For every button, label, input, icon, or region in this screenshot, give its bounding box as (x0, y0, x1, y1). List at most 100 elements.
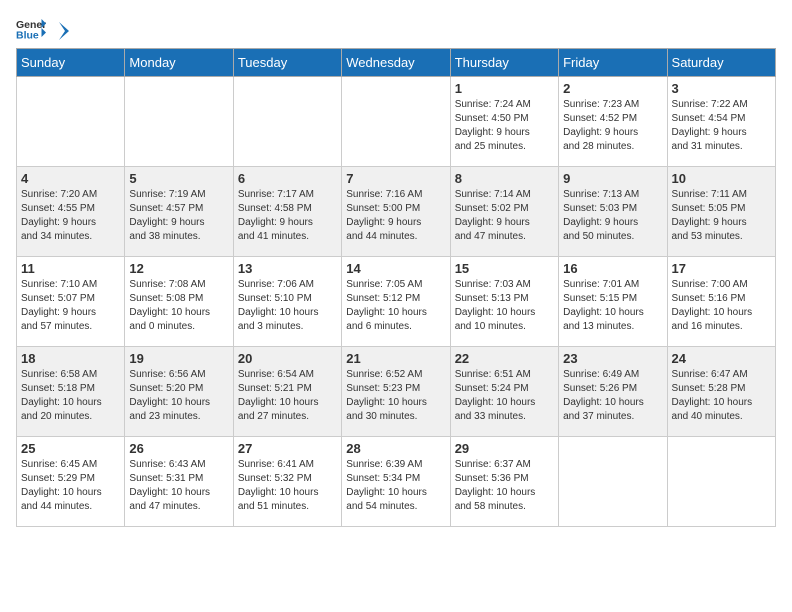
cell-info: Sunrise: 6:58 AM Sunset: 5:18 PM Dayligh… (21, 368, 120, 424)
cell-info: Sunrise: 7:05 AM Sunset: 5:12 PM Dayligh… (346, 278, 445, 334)
cell-info: Sunrise: 6:37 AM Sunset: 5:36 PM Dayligh… (455, 458, 554, 514)
calendar-cell: 8Sunrise: 7:14 AM Sunset: 5:02 PM Daylig… (450, 167, 558, 257)
header-day-saturday: Saturday (667, 49, 775, 77)
calendar-cell: 10Sunrise: 7:11 AM Sunset: 5:05 PM Dayli… (667, 167, 775, 257)
day-number: 9 (563, 171, 662, 186)
cell-info: Sunrise: 6:51 AM Sunset: 5:24 PM Dayligh… (455, 368, 554, 424)
cell-info: Sunrise: 6:54 AM Sunset: 5:21 PM Dayligh… (238, 368, 337, 424)
cell-info: Sunrise: 7:20 AM Sunset: 4:55 PM Dayligh… (21, 188, 120, 244)
cell-info: Sunrise: 6:52 AM Sunset: 5:23 PM Dayligh… (346, 368, 445, 424)
day-number: 10 (672, 171, 771, 186)
header: General Blue (16, 16, 776, 40)
day-number: 29 (455, 441, 554, 456)
logo-icon: General Blue (16, 16, 46, 40)
day-number: 22 (455, 351, 554, 366)
cell-info: Sunrise: 7:22 AM Sunset: 4:54 PM Dayligh… (672, 98, 771, 154)
day-number: 5 (129, 171, 228, 186)
day-number: 26 (129, 441, 228, 456)
calendar-cell: 19Sunrise: 6:56 AM Sunset: 5:20 PM Dayli… (125, 347, 233, 437)
cell-info: Sunrise: 6:43 AM Sunset: 5:31 PM Dayligh… (129, 458, 228, 514)
day-number: 17 (672, 261, 771, 276)
day-number: 8 (455, 171, 554, 186)
day-number: 1 (455, 81, 554, 96)
day-number: 11 (21, 261, 120, 276)
calendar-cell (667, 437, 775, 527)
cell-info: Sunrise: 7:13 AM Sunset: 5:03 PM Dayligh… (563, 188, 662, 244)
calendar-cell: 13Sunrise: 7:06 AM Sunset: 5:10 PM Dayli… (233, 257, 341, 347)
cell-info: Sunrise: 6:39 AM Sunset: 5:34 PM Dayligh… (346, 458, 445, 514)
calendar-cell (233, 77, 341, 167)
cell-info: Sunrise: 7:00 AM Sunset: 5:16 PM Dayligh… (672, 278, 771, 334)
calendar-cell: 1 Sunrise: 7:24 AM Sunset: 4:50 PM Daylig… (450, 77, 558, 167)
calendar-week-3: 11Sunrise: 7:10 AM Sunset: 5:07 PM Dayli… (17, 257, 776, 347)
calendar-cell: 25 Sunrise: 6:45 AM Sunset: 5:29 PM Dayli… (17, 437, 125, 527)
cell-info: Sunrise: 6:41 AM Sunset: 5:32 PM Dayligh… (238, 458, 337, 514)
calendar-cell: 2Sunrise: 7:23 AM Sunset: 4:52 PM Daylig… (559, 77, 667, 167)
calendar-table: SundayMondayTuesdayWednesdayThursdayFrid… (16, 48, 776, 527)
cell-info: Sunrise: 6:45 AM Sunset: 5:29 PM Dayligh… (21, 458, 120, 514)
cell-info: Sunrise: 7:16 AM Sunset: 5:00 PM Dayligh… (346, 188, 445, 244)
calendar-cell: 4 Sunrise: 7:20 AM Sunset: 4:55 PM Daylig… (17, 167, 125, 257)
calendar-cell: 22 Sunrise: 6:51 AM Sunset: 5:24 PM Dayli… (450, 347, 558, 437)
calendar-cell: 27 Sunrise: 6:41 AM Sunset: 5:32 PM Dayli… (233, 437, 341, 527)
calendar-cell: 17 Sunrise: 7:00 AM Sunset: 5:16 PM Dayli… (667, 257, 775, 347)
day-number: 13 (238, 261, 337, 276)
header-day-monday: Monday (125, 49, 233, 77)
day-number: 25 (21, 441, 120, 456)
cell-info: Sunrise: 7:19 AM Sunset: 4:57 PM Dayligh… (129, 188, 228, 244)
day-number: 7 (346, 171, 445, 186)
calendar-cell: 23Sunrise: 6:49 AM Sunset: 5:26 PM Dayli… (559, 347, 667, 437)
calendar-cell (17, 77, 125, 167)
calendar-cell: 11Sunrise: 7:10 AM Sunset: 5:07 PM Dayli… (17, 257, 125, 347)
cell-info: Sunrise: 7:17 AM Sunset: 4:58 PM Dayligh… (238, 188, 337, 244)
calendar-cell (125, 77, 233, 167)
calendar-cell: 12Sunrise: 7:08 AM Sunset: 5:08 PM Dayli… (125, 257, 233, 347)
calendar-cell: 26 Sunrise: 6:43 AM Sunset: 5:31 PM Dayli… (125, 437, 233, 527)
calendar-cell (342, 77, 450, 167)
header-day-friday: Friday (559, 49, 667, 77)
svg-text:Blue: Blue (16, 30, 39, 41)
logo: General Blue (16, 16, 74, 40)
day-number: 21 (346, 351, 445, 366)
day-number: 27 (238, 441, 337, 456)
cell-info: Sunrise: 6:47 AM Sunset: 5:28 PM Dayligh… (672, 368, 771, 424)
day-number: 23 (563, 351, 662, 366)
header-day-sunday: Sunday (17, 49, 125, 77)
day-number: 20 (238, 351, 337, 366)
day-number: 4 (21, 171, 120, 186)
day-number: 14 (346, 261, 445, 276)
calendar-week-4: 18Sunrise: 6:58 AM Sunset: 5:18 PM Dayli… (17, 347, 776, 437)
calendar-week-2: 4 Sunrise: 7:20 AM Sunset: 4:55 PM Daylig… (17, 167, 776, 257)
day-number: 6 (238, 171, 337, 186)
calendar-cell: 20 Sunrise: 6:54 AM Sunset: 5:21 PM Dayli… (233, 347, 341, 437)
day-number: 15 (455, 261, 554, 276)
header-day-thursday: Thursday (450, 49, 558, 77)
cell-info: Sunrise: 7:24 AM Sunset: 4:50 PM Dayligh… (455, 98, 554, 154)
calendar-cell: 28 Sunrise: 6:39 AM Sunset: 5:34 PM Dayli… (342, 437, 450, 527)
calendar-cell: 14 Sunrise: 7:05 AM Sunset: 5:12 PM Dayli… (342, 257, 450, 347)
calendar-cell: 7 Sunrise: 7:16 AM Sunset: 5:00 PM Daylig… (342, 167, 450, 257)
calendar-cell: 29 Sunrise: 6:37 AM Sunset: 5:36 PM Dayli… (450, 437, 558, 527)
calendar-cell: 5 Sunrise: 7:19 AM Sunset: 4:57 PM Daylig… (125, 167, 233, 257)
day-number: 28 (346, 441, 445, 456)
cell-info: Sunrise: 6:56 AM Sunset: 5:20 PM Dayligh… (129, 368, 228, 424)
calendar-cell: 3 Sunrise: 7:22 AM Sunset: 4:54 PM Daylig… (667, 77, 775, 167)
calendar-week-5: 25 Sunrise: 6:45 AM Sunset: 5:29 PM Dayli… (17, 437, 776, 527)
calendar-cell: 15 Sunrise: 7:03 AM Sunset: 5:13 PM Dayli… (450, 257, 558, 347)
logo-arrow-icon (51, 20, 73, 42)
cell-info: Sunrise: 7:03 AM Sunset: 5:13 PM Dayligh… (455, 278, 554, 334)
cell-info: Sunrise: 7:23 AM Sunset: 4:52 PM Dayligh… (563, 98, 662, 154)
day-number: 16 (563, 261, 662, 276)
calendar-cell: 6 Sunrise: 7:17 AM Sunset: 4:58 PM Daylig… (233, 167, 341, 257)
cell-info: Sunrise: 7:08 AM Sunset: 5:08 PM Dayligh… (129, 278, 228, 334)
calendar-cell: 16 Sunrise: 7:01 AM Sunset: 5:15 PM Dayli… (559, 257, 667, 347)
calendar-cell: 21 Sunrise: 6:52 AM Sunset: 5:23 PM Dayli… (342, 347, 450, 437)
header-day-wednesday: Wednesday (342, 49, 450, 77)
calendar-cell: 18Sunrise: 6:58 AM Sunset: 5:18 PM Dayli… (17, 347, 125, 437)
calendar-header-row: SundayMondayTuesdayWednesdayThursdayFrid… (17, 49, 776, 77)
calendar-cell (559, 437, 667, 527)
day-number: 24 (672, 351, 771, 366)
day-number: 3 (672, 81, 771, 96)
cell-info: Sunrise: 7:01 AM Sunset: 5:15 PM Dayligh… (563, 278, 662, 334)
header-day-tuesday: Tuesday (233, 49, 341, 77)
